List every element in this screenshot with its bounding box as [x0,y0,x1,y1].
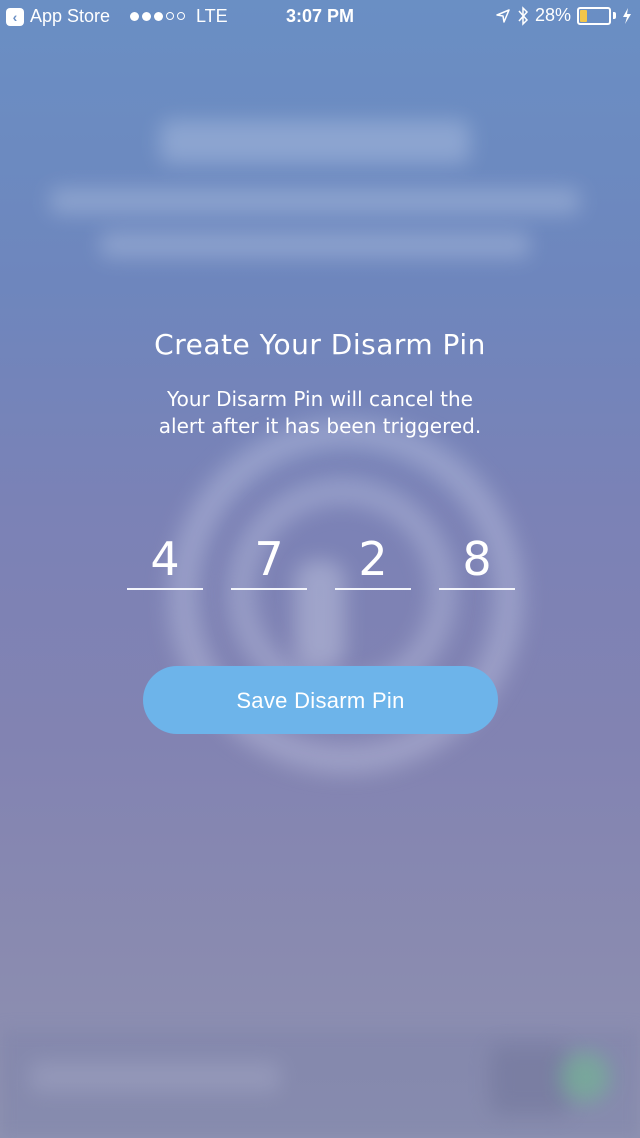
subtitle-line: Your Disarm Pin will cancel the [167,387,473,411]
pin-input-row: 4 7 2 8 [127,530,515,590]
status-right-group: 28% [495,5,632,26]
page-subtitle: Your Disarm Pin will cancel the alert af… [120,386,520,440]
charging-bolt-icon [623,7,631,24]
status-bar: ‹ App Store LTE 3:07 PM 28% [0,0,640,34]
pin-digit-field-2[interactable]: 7 [231,530,307,590]
battery-level-fill [580,9,587,22]
blurred-background-text [50,188,580,214]
subtitle-line: alert after it has been triggered. [158,414,482,438]
pin-digit-field-3[interactable]: 2 [335,530,411,590]
battery-cap [613,12,616,19]
bluetooth-icon [518,5,528,26]
blurred-bottom-indicator [560,1052,610,1102]
blurred-background-title [160,120,470,164]
blurred-bottom-button [490,1045,570,1115]
page-title: Create Your Disarm Pin [154,328,486,361]
blurred-bottom-text [30,1062,280,1092]
location-icon [496,8,510,23]
blurred-background-text [100,232,530,258]
pin-digit-field-1[interactable]: 4 [127,530,203,590]
save-disarm-pin-button[interactable]: Save Disarm Pin [143,666,498,734]
battery-percentage: 28% [534,5,571,25]
pin-digit-field-4[interactable]: 8 [439,530,515,590]
battery-icon [577,6,611,25]
